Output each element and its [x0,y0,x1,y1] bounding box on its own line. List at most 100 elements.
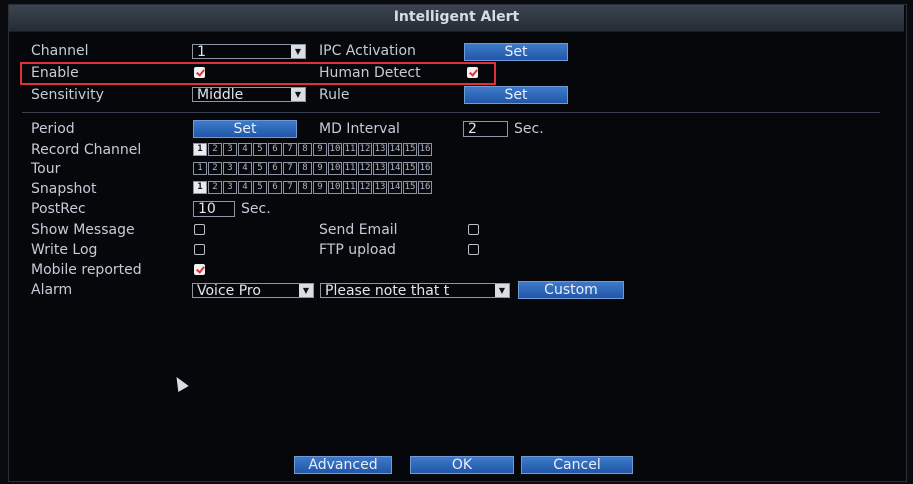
record-channel-9[interactable]: 9 [313,143,327,156]
advanced-button[interactable]: Advanced [294,456,392,474]
record-channel-label: Record Channel [31,142,142,158]
channel-select[interactable]: 1 ▼ [192,44,306,59]
write-log-checkbox[interactable] [194,244,205,255]
record-channel-5[interactable]: 5 [253,143,267,156]
snapshot-label: Snapshot [31,181,97,197]
record-channel-11[interactable]: 11 [343,143,357,156]
channel-label: Channel [31,43,89,59]
highlight-box [20,62,496,85]
record-channel-12[interactable]: 12 [358,143,372,156]
alarm-message-value: Please note that t [325,283,450,298]
snapshot-channel-15[interactable]: 15 [403,181,417,194]
record-channel-1[interactable]: 1 [193,143,207,156]
postrec-unit: Sec. [241,201,271,217]
show-message-label: Show Message [31,222,135,238]
record-channel-13[interactable]: 13 [373,143,387,156]
dialog-title: Intelligent Alert [393,9,520,25]
tour-channel-8[interactable]: 8 [298,162,312,175]
snapshot-channel-2[interactable]: 2 [208,181,222,194]
tour-grid: 1 2 3 4 5 6 7 8 9 10 11 12 13 14 15 16 [193,162,432,175]
tour-channel-12[interactable]: 12 [358,162,372,175]
tour-channel-4[interactable]: 4 [238,162,252,175]
sensitivity-select[interactable]: Middle ▼ [192,87,306,102]
tour-channel-15[interactable]: 15 [403,162,417,175]
write-log-label: Write Log [31,242,98,258]
snapshot-channel-5[interactable]: 5 [253,181,267,194]
enable-label: Enable [31,65,79,81]
sensitivity-label: Sensitivity [31,87,104,103]
tour-channel-11[interactable]: 11 [343,162,357,175]
alarm-voice-value: Voice Pro [197,283,261,298]
snapshot-grid: 1 2 3 4 5 6 7 8 9 10 11 12 13 14 15 16 [193,181,432,194]
snapshot-channel-10[interactable]: 10 [328,181,342,194]
tour-channel-3[interactable]: 3 [223,162,237,175]
snapshot-channel-1[interactable]: 1 [193,181,207,194]
record-channel-14[interactable]: 14 [388,143,402,156]
show-message-checkbox[interactable] [194,224,205,235]
record-channel-7[interactable]: 7 [283,143,297,156]
snapshot-channel-7[interactable]: 7 [283,181,297,194]
snapshot-channel-11[interactable]: 11 [343,181,357,194]
record-channel-10[interactable]: 10 [328,143,342,156]
snapshot-channel-14[interactable]: 14 [388,181,402,194]
snapshot-channel-6[interactable]: 6 [268,181,282,194]
tour-channel-10[interactable]: 10 [328,162,342,175]
snapshot-channel-9[interactable]: 9 [313,181,327,194]
chevron-down-icon[interactable]: ▼ [291,88,305,101]
postrec-input[interactable]: 10 [193,201,235,217]
md-interval-unit: Sec. [514,121,544,137]
tour-channel-16[interactable]: 16 [418,162,432,175]
cancel-button[interactable]: Cancel [521,456,633,474]
record-channel-8[interactable]: 8 [298,143,312,156]
tour-channel-9[interactable]: 9 [313,162,327,175]
ipc-set-button[interactable]: Set [464,43,568,61]
send-email-checkbox[interactable] [468,224,479,235]
sensitivity-value: Middle [197,87,244,102]
tour-channel-7[interactable]: 7 [283,162,297,175]
enable-checkbox[interactable] [194,67,205,78]
rule-set-button[interactable]: Set [464,86,568,104]
alarm-voice-select[interactable]: Voice Pro ▼ [192,283,314,298]
mobile-reported-label: Mobile reported [31,262,142,278]
period-set-button[interactable]: Set [193,120,297,138]
record-channel-15[interactable]: 15 [403,143,417,156]
send-email-label: Send Email [319,222,398,238]
mobile-reported-checkbox[interactable] [194,264,205,275]
tour-channel-6[interactable]: 6 [268,162,282,175]
snapshot-channel-13[interactable]: 13 [373,181,387,194]
alarm-label: Alarm [31,282,73,298]
chevron-down-icon[interactable]: ▼ [291,45,305,58]
record-channel-3[interactable]: 3 [223,143,237,156]
ftp-upload-label: FTP upload [319,242,396,258]
record-channel-4[interactable]: 4 [238,143,252,156]
snapshot-channel-12[interactable]: 12 [358,181,372,194]
snapshot-channel-8[interactable]: 8 [298,181,312,194]
tour-channel-1[interactable]: 1 [193,162,207,175]
record-channel-16[interactable]: 16 [418,143,432,156]
snapshot-channel-16[interactable]: 16 [418,181,432,194]
md-interval-input[interactable]: 2 [463,121,508,137]
ok-button[interactable]: OK [410,456,514,474]
tour-channel-2[interactable]: 2 [208,162,222,175]
human-detect-checkbox[interactable] [467,67,478,78]
rule-label: Rule [319,87,350,103]
channel-value: 1 [197,44,206,59]
chevron-down-icon[interactable]: ▼ [495,284,509,297]
period-label: Period [31,121,75,137]
md-interval-label: MD Interval [319,121,400,137]
human-detect-label: Human Detect [319,65,421,81]
ipc-activation-label: IPC Activation [319,43,416,59]
ftp-upload-checkbox[interactable] [468,244,479,255]
record-channel-6[interactable]: 6 [268,143,282,156]
tour-channel-14[interactable]: 14 [388,162,402,175]
snapshot-channel-3[interactable]: 3 [223,181,237,194]
snapshot-channel-4[interactable]: 4 [238,181,252,194]
alarm-message-select[interactable]: Please note that t ▼ [320,283,510,298]
record-channel-2[interactable]: 2 [208,143,222,156]
chevron-down-icon[interactable]: ▼ [299,284,313,297]
tour-channel-13[interactable]: 13 [373,162,387,175]
tour-channel-5[interactable]: 5 [253,162,267,175]
postrec-label: PostRec [31,201,86,217]
custom-button[interactable]: Custom [518,281,624,299]
separator [22,112,880,113]
